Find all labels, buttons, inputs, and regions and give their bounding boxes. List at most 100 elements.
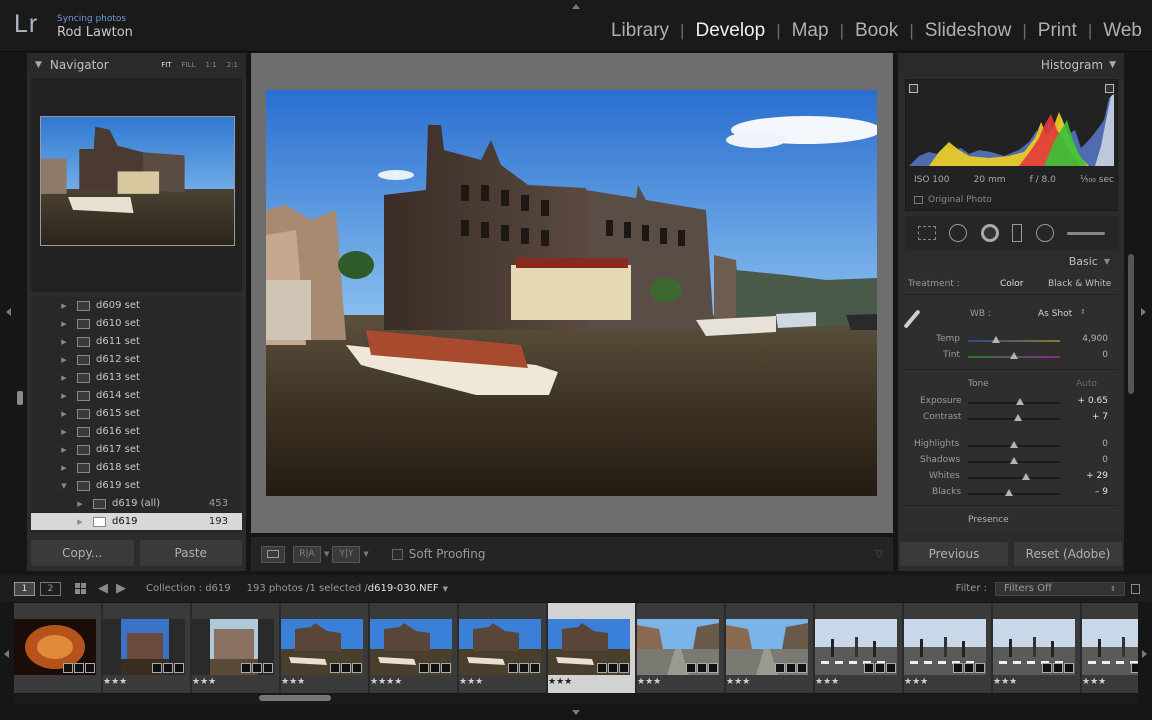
filmstrip-thumbnail[interactable]: ★★★ bbox=[103, 603, 191, 693]
collection-badge-icon[interactable] bbox=[252, 663, 262, 673]
collection-badge-icon[interactable] bbox=[964, 663, 974, 673]
basic-panel-header[interactable]: Basic ▼ bbox=[898, 253, 1124, 269]
collection-badge-icon[interactable] bbox=[697, 663, 707, 673]
collection-badge-icon[interactable] bbox=[430, 663, 440, 673]
collection-set-item[interactable]: ▶ d610 set bbox=[31, 315, 242, 333]
dropdown-arrow-icon[interactable]: ⇕ bbox=[1080, 308, 1086, 316]
shadows-value[interactable]: 0 bbox=[1070, 455, 1108, 465]
filter-lock-icon[interactable] bbox=[1131, 583, 1140, 594]
metadata-badge-icon[interactable] bbox=[508, 663, 518, 673]
auto-tone-button[interactable]: Auto bbox=[1076, 379, 1097, 389]
expand-triangle-icon[interactable]: ▶ bbox=[55, 410, 73, 418]
blacks-slider[interactable] bbox=[968, 489, 1060, 496]
before-after-lr-button[interactable]: R|A bbox=[293, 545, 321, 563]
adjustment-brush-icon[interactable] bbox=[1067, 231, 1106, 235]
metadata-badge-icon[interactable] bbox=[241, 663, 251, 673]
star-rating[interactable]: ★★★★ bbox=[370, 677, 402, 687]
radial-filter-icon[interactable] bbox=[1035, 224, 1054, 242]
blacks-value[interactable]: – 9 bbox=[1070, 487, 1108, 497]
module-library[interactable]: Library bbox=[611, 20, 669, 42]
exposure-value[interactable]: + 0.65 bbox=[1070, 396, 1108, 406]
filmstrip-thumbnail[interactable]: ★★★ bbox=[815, 603, 903, 693]
selected-filename[interactable]: d619-030.NEF bbox=[368, 583, 439, 594]
filmstrip-thumbnail[interactable]: ★★★ bbox=[637, 603, 725, 693]
star-rating[interactable]: ★★★ bbox=[548, 677, 572, 687]
filmstrip-scrollbar[interactable] bbox=[14, 694, 1138, 704]
contrast-slider-thumb[interactable] bbox=[1013, 414, 1022, 421]
filmstrip-thumbnail[interactable]: ★★★ bbox=[904, 603, 992, 693]
dropdown-arrow-icon[interactable]: ▼ bbox=[363, 550, 368, 558]
develop-badge-icon[interactable] bbox=[1064, 663, 1074, 673]
temp-slider-thumb[interactable] bbox=[991, 336, 1000, 343]
before-after-tb-button[interactable]: Y|Y bbox=[332, 545, 361, 563]
whites-slider[interactable] bbox=[968, 473, 1060, 480]
loupe-view-button[interactable] bbox=[261, 545, 285, 563]
collection-badge-icon[interactable] bbox=[163, 663, 173, 673]
top-panel-arrow-icon[interactable] bbox=[572, 4, 580, 9]
expand-triangle-icon[interactable]: ▶ bbox=[55, 446, 73, 454]
filmstrip-thumbnail[interactable]: ★★★ bbox=[192, 603, 280, 693]
expand-triangle-icon[interactable]: ▶ bbox=[55, 338, 73, 346]
develop-badge-icon[interactable] bbox=[708, 663, 718, 673]
collection-badge-icon[interactable] bbox=[608, 663, 618, 673]
filmstrip-scroll-thumb[interactable] bbox=[259, 695, 331, 701]
develop-badge-icon[interactable] bbox=[619, 663, 629, 673]
graduated-filter-icon[interactable] bbox=[1012, 224, 1023, 242]
metadata-badge-icon[interactable] bbox=[152, 663, 162, 673]
expand-triangle-icon[interactable]: ▶ bbox=[55, 356, 73, 364]
expand-triangle-icon[interactable]: ▶ bbox=[55, 302, 73, 310]
star-rating[interactable]: ★★★ bbox=[1082, 677, 1106, 687]
metadata-badge-icon[interactable] bbox=[775, 663, 785, 673]
develop-badge-icon[interactable] bbox=[441, 663, 451, 673]
highlights-slider-thumb[interactable] bbox=[1010, 441, 1018, 448]
dropdown-arrow-icon[interactable]: ▼ bbox=[443, 585, 448, 593]
filmstrip-thumbnail[interactable] bbox=[14, 603, 102, 693]
expand-triangle-icon[interactable]: ▶ bbox=[55, 320, 73, 328]
tint-value[interactable]: 0 bbox=[1070, 350, 1108, 360]
collection-set-item[interactable]: ▶ d615 set bbox=[31, 405, 242, 423]
metadata-badge-icon[interactable] bbox=[1131, 663, 1138, 673]
collection-set-item[interactable]: ▶ d612 set bbox=[31, 351, 242, 369]
shadows-slider-thumb[interactable] bbox=[1010, 457, 1018, 464]
histogram-header[interactable]: Histogram ▼ bbox=[898, 53, 1124, 77]
filmstrip-thumbnail[interactable]: ★★★ bbox=[993, 603, 1081, 693]
module-web[interactable]: Web bbox=[1103, 20, 1142, 42]
copy-button[interactable]: Copy... bbox=[31, 540, 134, 566]
dropdown-arrow-icon[interactable]: ▼ bbox=[324, 550, 329, 558]
contrast-value[interactable]: + 7 bbox=[1070, 412, 1108, 422]
collection-source[interactable]: Collection : d619 bbox=[146, 583, 231, 594]
filter-dropdown[interactable]: Filters Off ⇕ bbox=[995, 581, 1125, 596]
right-panel-scroll-handle[interactable] bbox=[1128, 254, 1134, 394]
collection-set-item[interactable]: ▶ d617 set bbox=[31, 441, 242, 459]
histogram-display[interactable]: ISO 100 20 mm f / 8.0 ¹⁄₅₀₀ sec Original… bbox=[905, 79, 1118, 211]
collection-set-item[interactable]: ▶ d614 set bbox=[31, 387, 242, 405]
star-rating[interactable]: ★★★ bbox=[459, 677, 483, 687]
blacks-slider-thumb[interactable] bbox=[1005, 489, 1014, 496]
star-rating[interactable]: ★★★ bbox=[103, 677, 127, 687]
wb-dropdown[interactable]: As Shot bbox=[1038, 309, 1072, 319]
collection-badge-icon[interactable] bbox=[875, 663, 885, 673]
collection-set-item[interactable]: ▶ d611 set bbox=[31, 333, 242, 351]
zoom-2-1[interactable]: 2:1 bbox=[227, 61, 238, 69]
highlights-slider[interactable] bbox=[968, 441, 1060, 448]
collection-set-item[interactable]: ▶ d613 set bbox=[31, 369, 242, 387]
develop-badge-icon[interactable] bbox=[530, 663, 540, 673]
collection-set-item[interactable]: ▶ d618 set bbox=[31, 459, 242, 477]
expand-triangle-icon[interactable]: ▶ bbox=[55, 428, 73, 436]
module-map[interactable]: Map bbox=[792, 20, 829, 42]
develop-badge-icon[interactable] bbox=[886, 663, 896, 673]
metadata-badge-icon[interactable] bbox=[597, 663, 607, 673]
collection-badge-icon[interactable] bbox=[519, 663, 529, 673]
star-rating[interactable]: ★★★ bbox=[904, 677, 928, 687]
treatment-bw-option[interactable]: Black & White bbox=[1048, 279, 1111, 289]
navigator-header[interactable]: ▼ Navigator FIT FILL 1:1 2:1 bbox=[27, 53, 246, 77]
star-rating[interactable]: ★★★ bbox=[815, 677, 839, 687]
metadata-badge-icon[interactable] bbox=[686, 663, 696, 673]
temp-value[interactable]: 4,900 bbox=[1070, 334, 1108, 344]
metadata-badge-icon[interactable] bbox=[1042, 663, 1052, 673]
filmstrip-thumbnail[interactable]: ★★★ bbox=[726, 603, 814, 693]
module-print[interactable]: Print bbox=[1038, 20, 1077, 42]
filmstrip-thumbnail[interactable]: ★★★ bbox=[459, 603, 547, 693]
collection-item-selected[interactable]: ▶ d619 193 bbox=[31, 513, 242, 531]
collection-badge-icon[interactable] bbox=[341, 663, 351, 673]
